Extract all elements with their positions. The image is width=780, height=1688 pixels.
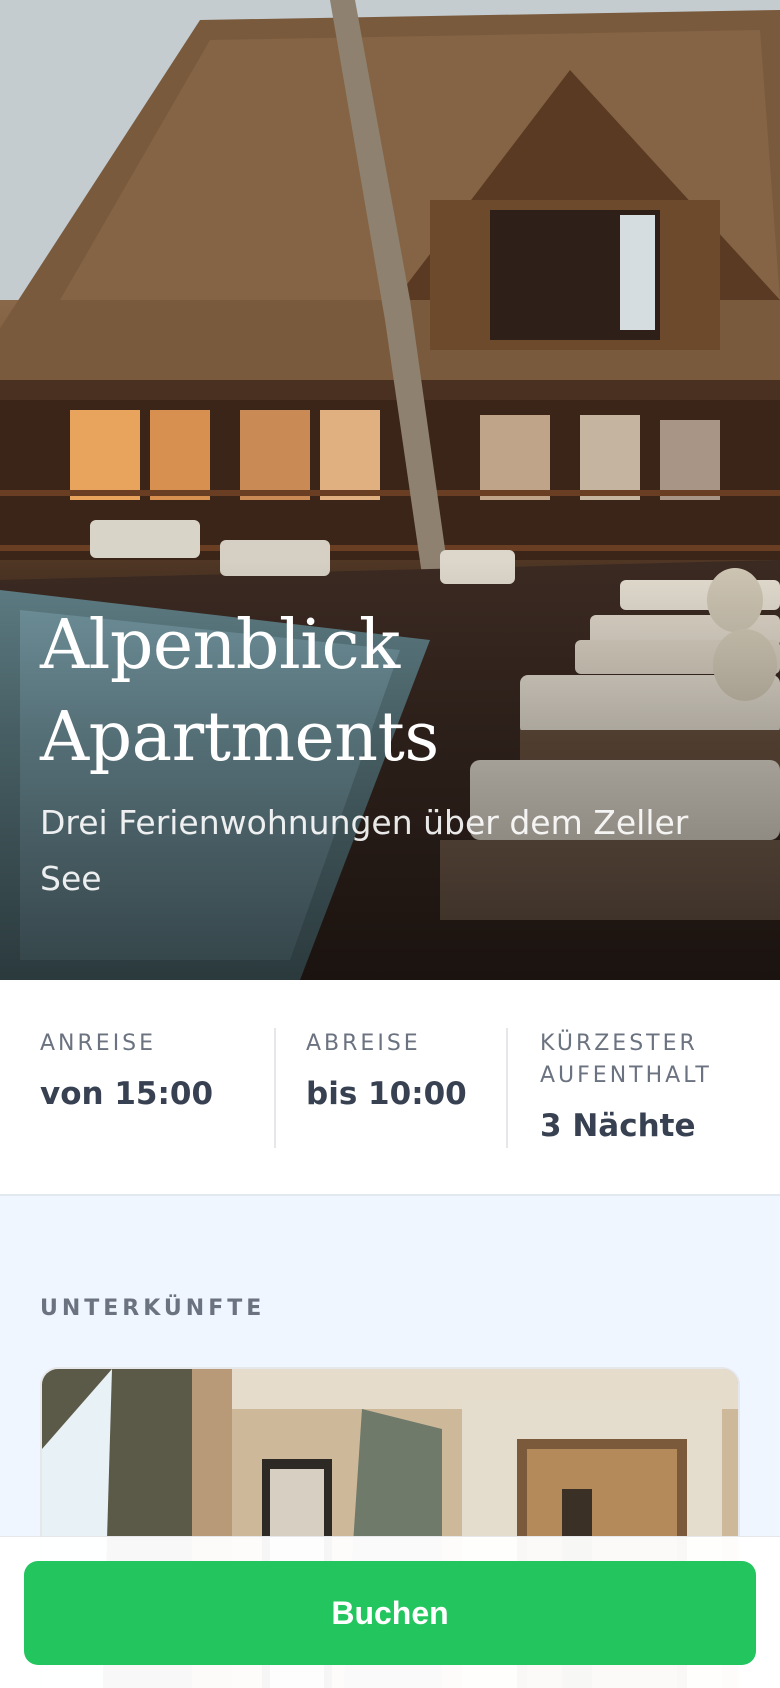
title-line-2: Apartments (40, 698, 439, 777)
checkin-info: ANREISE von 15:00 (0, 1028, 276, 1148)
page-title: Alpenblick Apartments (40, 600, 680, 784)
checkout-value: bis 10:00 (306, 1076, 467, 1112)
min-stay-label-line-1: KÜRZESTER (540, 1031, 698, 1056)
hero-section: Alpenblick Apartments Drei Ferienwohnung… (0, 0, 780, 980)
title-line-1: Alpenblick (40, 606, 400, 685)
accommodations-heading: UNTERKÜNFTE (40, 1296, 266, 1321)
checkout-label: ABREISE (306, 1031, 421, 1056)
stay-info-bar: ANREISE von 15:00 ABREISE bis 10:00 KÜRZ… (0, 980, 780, 1196)
min-stay-label: KÜRZESTER AUFENTHALT (540, 1028, 780, 1092)
min-stay-label-line-2: AUFENTHALT (540, 1063, 712, 1088)
book-button[interactable]: Buchen (24, 1561, 756, 1665)
booking-bar: Buchen (0, 1536, 780, 1688)
page-subtitle: Drei Ferienwohnungen über dem Zeller See (40, 803, 689, 898)
checkin-label: ANREISE (40, 1031, 157, 1056)
min-stay-info: KÜRZESTER AUFENTHALT 3 Nächte (508, 1028, 780, 1194)
checkin-value: von 15:00 (40, 1076, 214, 1112)
checkout-info: ABREISE bis 10:00 (276, 1028, 508, 1148)
min-stay-value: 3 Nächte (540, 1108, 696, 1144)
